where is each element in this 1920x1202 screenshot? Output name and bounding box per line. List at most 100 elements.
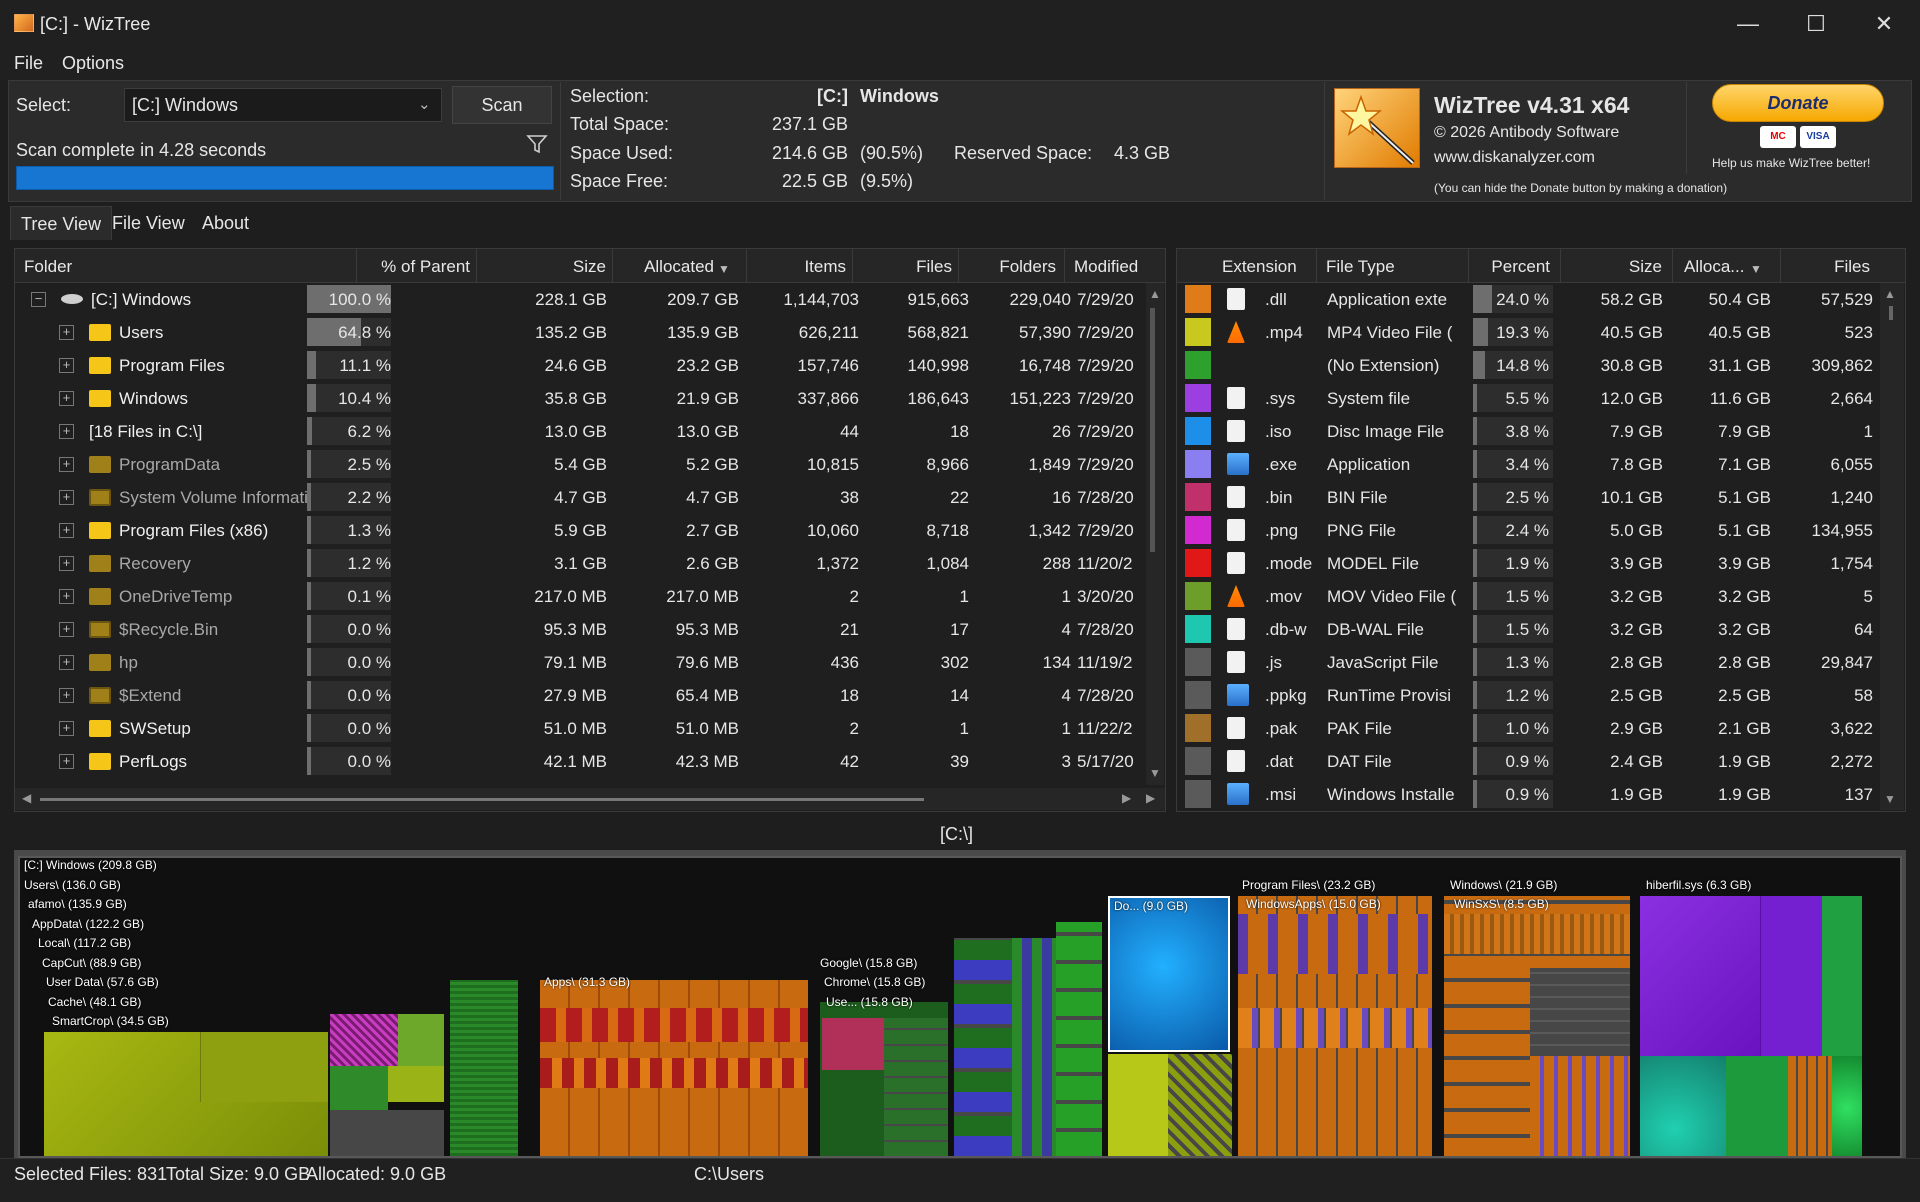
extension-vscroll-thumb[interactable] bbox=[1889, 306, 1893, 320]
col-ext-allocated[interactable]: Alloca... bbox=[1684, 257, 1744, 277]
extension-row[interactable]: .db-w DB-WAL File 1.5 % 3.2 GB 3.2 GB 64 bbox=[1177, 613, 1877, 646]
treemap-block[interactable] bbox=[1640, 1056, 1726, 1156]
treemap-block[interactable] bbox=[330, 1066, 388, 1110]
treemap-block[interactable] bbox=[1108, 1054, 1168, 1156]
extension-row[interactable]: (No Extension) 14.8 % 30.8 GB 31.1 GB 309,86… bbox=[1177, 349, 1877, 382]
treemap-block[interactable] bbox=[450, 980, 518, 1156]
treemap-block[interactable] bbox=[1530, 968, 1630, 1056]
extension-row[interactable]: .sys System file 5.5 % 12.0 GB 11.6 GB 2,664 bbox=[1177, 382, 1877, 415]
col-divider[interactable] bbox=[1468, 249, 1469, 283]
expand-icon[interactable]: + bbox=[59, 622, 74, 637]
col-allocated[interactable]: Allocated bbox=[610, 257, 714, 277]
col-divider[interactable] bbox=[356, 249, 357, 283]
scroll-left-icon[interactable]: ◀ bbox=[22, 791, 31, 805]
treemap-block[interactable] bbox=[1530, 1056, 1630, 1156]
col-divider[interactable] bbox=[852, 249, 853, 283]
treemap-block[interactable] bbox=[1832, 1056, 1862, 1156]
scroll-down-icon[interactable]: ▼ bbox=[1884, 792, 1896, 806]
scroll-down-icon[interactable]: ▼ bbox=[1149, 766, 1161, 780]
extension-row[interactable]: .msi Windows Installe 0.9 % 1.9 GB 1.9 GB 137 bbox=[1177, 778, 1877, 810]
chevron-down-icon[interactable]: ⌄ bbox=[418, 95, 431, 113]
tree-hscroll-thumb[interactable] bbox=[40, 798, 924, 801]
tree-row[interactable]: − [C:] Windows 100.0 % 228.1 GB 209.7 GB 1,14… bbox=[15, 283, 1145, 316]
expand-icon[interactable]: + bbox=[59, 589, 74, 604]
scan-button[interactable]: Scan bbox=[452, 86, 552, 124]
treemap-block[interactable] bbox=[822, 1018, 884, 1070]
treemap-block[interactable] bbox=[1788, 1056, 1832, 1156]
treemap-block[interactable] bbox=[1760, 896, 1822, 1056]
expand-icon[interactable]: + bbox=[59, 490, 74, 505]
collapse-icon[interactable]: − bbox=[31, 292, 46, 307]
treemap-block[interactable] bbox=[388, 1066, 444, 1102]
tree-row[interactable]: + Recovery 1.2 % 3.1 GB 2.6 GB 1,372 1,084 288 1… bbox=[15, 547, 1145, 580]
treemap-block[interactable] bbox=[954, 938, 1012, 1156]
scroll-right-icon[interactable]: ▶ bbox=[1122, 791, 1131, 805]
treemap-block[interactable] bbox=[1238, 914, 1432, 974]
expand-icon[interactable]: + bbox=[59, 754, 74, 769]
col-divider[interactable] bbox=[1316, 249, 1317, 283]
close-icon[interactable]: ✕ bbox=[1850, 0, 1918, 48]
tree-row[interactable]: + Program Files 11.1 % 24.6 GB 23.2 GB 157,74… bbox=[15, 349, 1145, 382]
tree-row[interactable]: + [18 Files in C:\] 6.2 % 13.0 GB 13.0 GB 44 1… bbox=[15, 415, 1145, 448]
expand-icon[interactable]: + bbox=[59, 457, 74, 472]
col-percent[interactable]: Percent bbox=[1470, 257, 1550, 277]
treemap-block[interactable] bbox=[1168, 1054, 1232, 1156]
treemap-block[interactable] bbox=[398, 1014, 444, 1066]
treemap-selected-block[interactable] bbox=[1108, 896, 1230, 1052]
website-link[interactable]: www.diskanalyzer.com bbox=[1434, 149, 1595, 167]
col-pct-parent[interactable]: % of Parent bbox=[360, 257, 470, 277]
extension-row[interactable]: .js JavaScript File 1.3 % 2.8 GB 2.8 GB 29,84… bbox=[1177, 646, 1877, 679]
col-items[interactable]: Items bbox=[744, 257, 846, 277]
tree-row[interactable]: + System Volume Information 2.2 % 4.7 GB 4.7… bbox=[15, 481, 1145, 514]
treemap-block[interactable] bbox=[330, 1110, 444, 1156]
extension-row[interactable]: .png PNG File 2.4 % 5.0 GB 5.1 GB 134,955 bbox=[1177, 514, 1877, 547]
expand-icon[interactable]: + bbox=[59, 424, 74, 439]
maximize-icon[interactable]: ☐ bbox=[1782, 0, 1850, 48]
tree-vscroll-thumb[interactable] bbox=[1150, 308, 1155, 552]
col-divider[interactable] bbox=[1064, 249, 1065, 283]
col-folders[interactable]: Folders bbox=[956, 257, 1056, 277]
treemap-block[interactable] bbox=[1056, 922, 1102, 1156]
extension-row[interactable]: .dat DAT File 0.9 % 2.4 GB 1.9 GB 2,272 bbox=[1177, 745, 1877, 778]
treemap-block[interactable] bbox=[1640, 896, 1760, 1056]
expand-icon[interactable]: + bbox=[59, 523, 74, 538]
col-divider[interactable] bbox=[612, 249, 613, 283]
extension-vertical-scrollbar[interactable] bbox=[1880, 283, 1904, 810]
scroll-up-icon[interactable]: ▲ bbox=[1149, 287, 1161, 301]
col-file-type[interactable]: File Type bbox=[1326, 257, 1395, 277]
donate-button[interactable]: Donate bbox=[1712, 84, 1884, 122]
scroll-right-icon[interactable]: ▶ bbox=[1146, 791, 1155, 805]
col-folder[interactable]: Folder bbox=[24, 257, 72, 277]
col-ext-files[interactable]: Files bbox=[1780, 257, 1870, 277]
col-divider[interactable] bbox=[958, 249, 959, 283]
extension-row[interactable]: .exe Application 3.4 % 7.8 GB 7.1 GB 6,055 bbox=[1177, 448, 1877, 481]
treemap-block[interactable] bbox=[884, 1018, 948, 1156]
extension-row[interactable]: .dll Application exte 24.0 % 58.2 GB 50.4 GB… bbox=[1177, 283, 1877, 316]
scroll-up-icon[interactable]: ▲ bbox=[1884, 287, 1896, 301]
extension-row[interactable]: .mode MODEL File 1.9 % 3.9 GB 3.9 GB 1,754 bbox=[1177, 547, 1877, 580]
expand-icon[interactable]: + bbox=[59, 556, 74, 571]
col-files[interactable]: Files bbox=[850, 257, 952, 277]
treemap-block[interactable] bbox=[1012, 938, 1056, 1156]
col-extension[interactable]: Extension bbox=[1222, 257, 1297, 277]
col-ext-size[interactable]: Size bbox=[1560, 257, 1662, 277]
expand-icon[interactable]: + bbox=[59, 721, 74, 736]
menu-options[interactable]: Options bbox=[62, 53, 124, 74]
col-size[interactable]: Size bbox=[500, 257, 606, 277]
tree-row[interactable]: + Users 64.8 % 135.2 GB 135.9 GB 626,211 568,8… bbox=[15, 316, 1145, 349]
col-divider[interactable] bbox=[1560, 249, 1561, 283]
extension-row[interactable]: .ppkg RunTime Provisi 1.2 % 2.5 GB 2.5 GB 58 bbox=[1177, 679, 1877, 712]
tab-tree-view[interactable]: Tree View bbox=[10, 206, 113, 240]
col-divider[interactable] bbox=[1780, 249, 1781, 283]
col-modified[interactable]: Modified bbox=[1074, 257, 1138, 277]
treemap[interactable]: [C:] Windows (209.8 GB) Users\ (136.0 GB… bbox=[18, 856, 1902, 1158]
expand-icon[interactable]: + bbox=[59, 325, 74, 340]
tree-row[interactable]: + $Extend 0.0 % 27.9 MB 65.4 MB 18 14 4 7/28/20 bbox=[15, 679, 1145, 712]
col-divider[interactable] bbox=[746, 249, 747, 283]
menu-file[interactable]: File bbox=[14, 53, 43, 74]
title-bar[interactable] bbox=[0, 0, 1920, 48]
tree-row[interactable]: + OneDriveTemp 0.1 % 217.0 MB 217.0 MB 2 1 1 3/2… bbox=[15, 580, 1145, 613]
expand-icon[interactable]: + bbox=[59, 358, 74, 373]
treemap-block[interactable] bbox=[330, 1014, 398, 1066]
tab-about[interactable]: About bbox=[192, 206, 259, 240]
